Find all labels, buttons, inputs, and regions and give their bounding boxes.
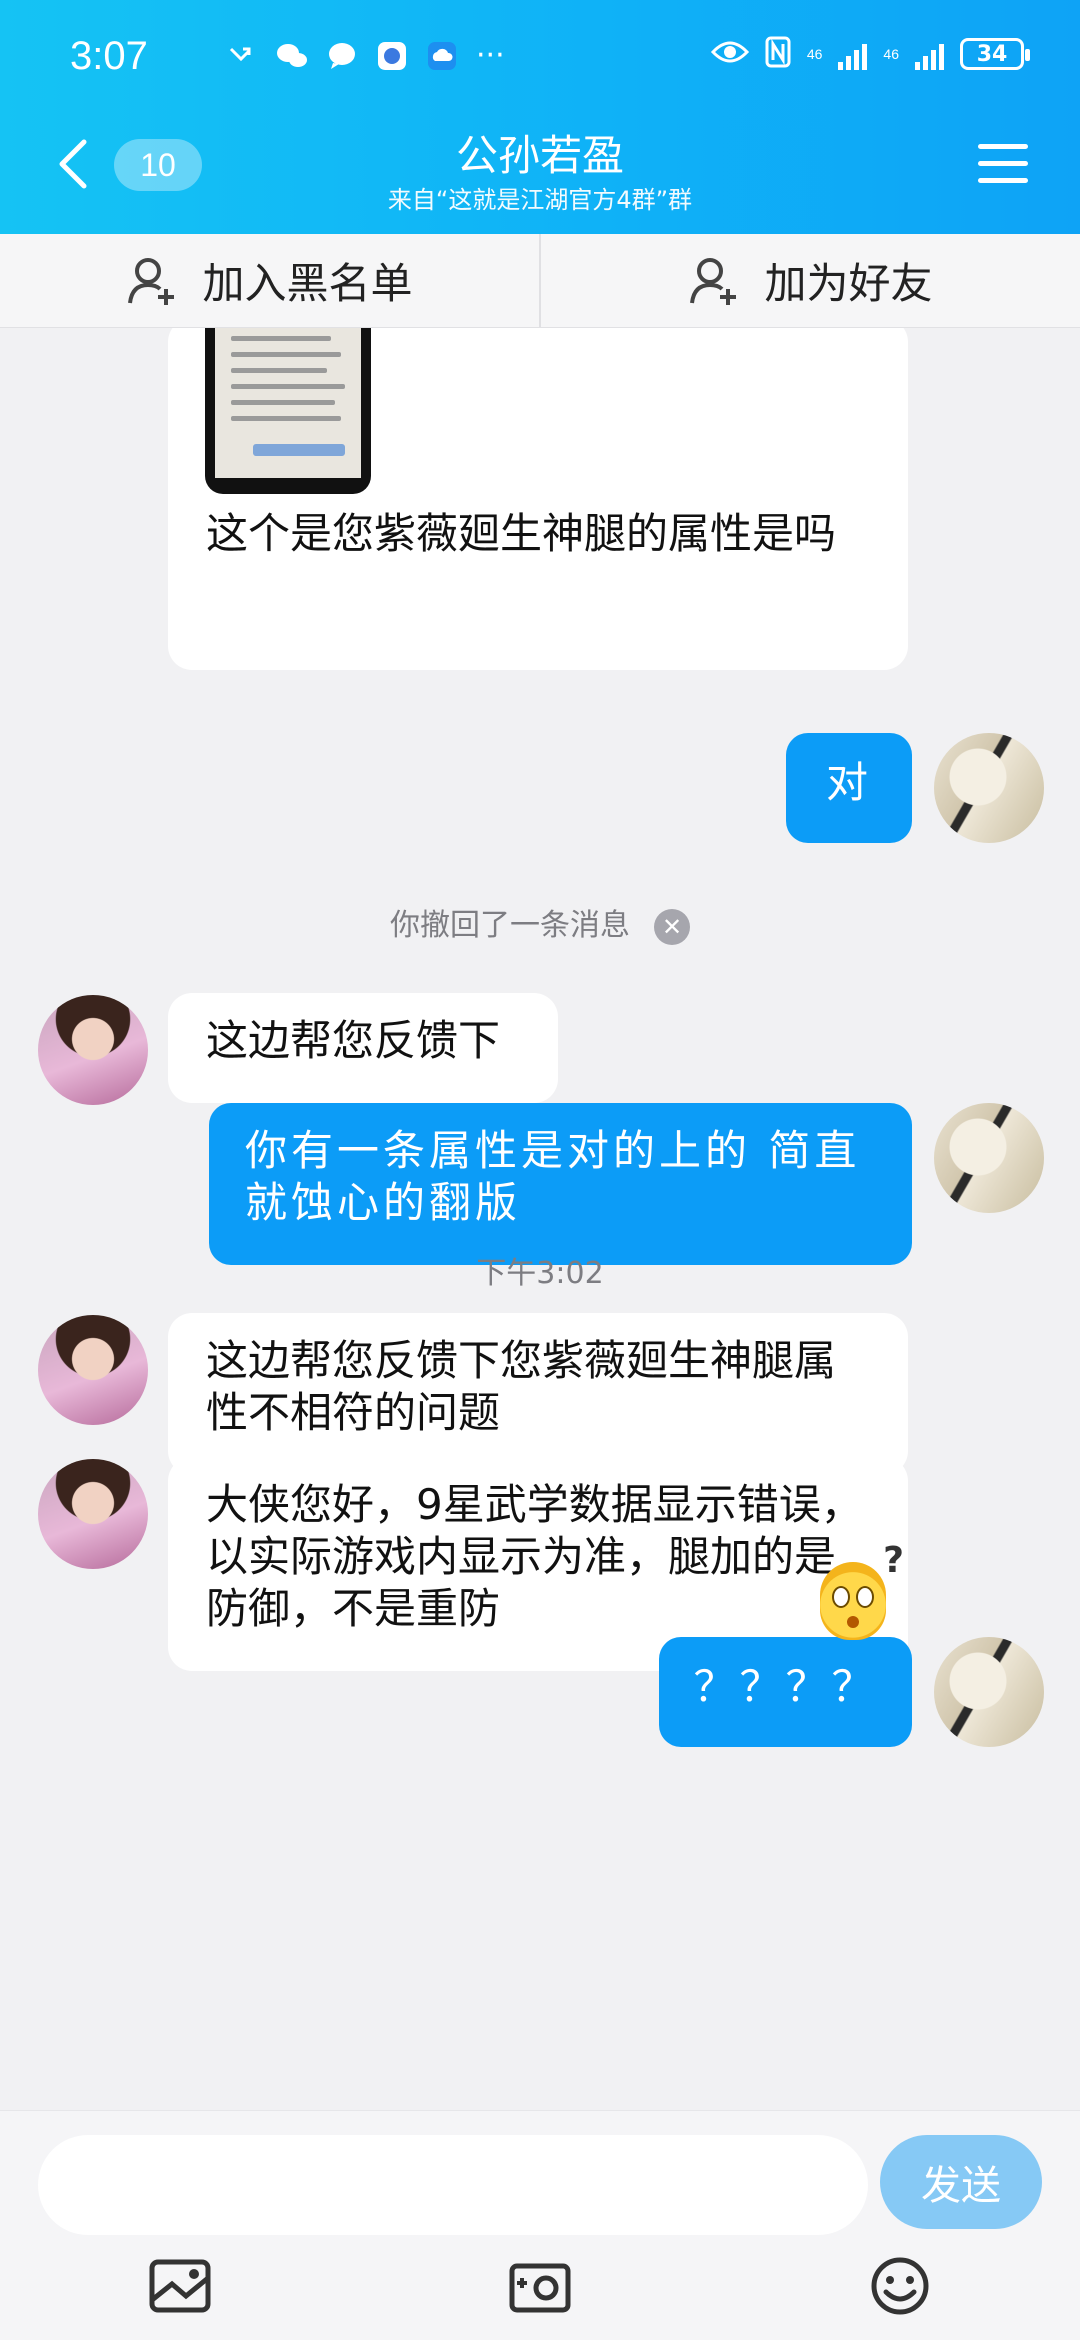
chat-subtitle: 来自“这就是江湖官方4群”群 bbox=[387, 186, 693, 214]
contact-avatar[interactable] bbox=[38, 1315, 148, 1425]
add-to-blacklist-button[interactable]: 加入黑名单 bbox=[0, 234, 539, 327]
recalled-message-notice: 你撤回了一条消息 bbox=[390, 908, 630, 943]
menu-icon[interactable] bbox=[978, 144, 1028, 184]
message-text: ？？？？ bbox=[693, 1662, 878, 1711]
message-text: 你有一条属性是对的上的 简直就蚀心的翻版 bbox=[245, 1126, 861, 1227]
message-text: 对 bbox=[825, 758, 872, 807]
send-button[interactable]: 发送 bbox=[880, 2135, 1042, 2229]
status-time: 3:07 bbox=[70, 34, 148, 78]
my-avatar[interactable] bbox=[934, 1637, 1044, 1747]
message-text: 大侠您好，9星武学数据显示错误，以实际游戏内显示为准，腿加的是防御，不是重防 bbox=[206, 1480, 863, 1633]
app-icon bbox=[376, 40, 408, 72]
image-icon[interactable] bbox=[148, 2256, 212, 2316]
message-bubble-outgoing[interactable]: 你有一条属性是对的上的 简直就蚀心的翻版 bbox=[209, 1103, 912, 1265]
missed-call-icon bbox=[226, 40, 258, 72]
add-user-icon bbox=[690, 257, 737, 305]
eye-icon bbox=[710, 38, 749, 70]
chat-message-list[interactable]: 这个是您紫薇廻生神腿的属性是吗 对 你撤回了一条消息 ✕ 这边帮您反馈下 你有一条… bbox=[0, 328, 1080, 2110]
wechat-icon bbox=[276, 40, 308, 72]
camera-icon[interactable] bbox=[508, 2256, 572, 2316]
input-bar: 发送 bbox=[0, 2110, 1080, 2340]
add-to-blacklist-label: 加入黑名单 bbox=[202, 259, 413, 308]
status-bar: 3:07 ··· 46 46 34 bbox=[0, 0, 1080, 120]
chat-title: 公孙若盈 bbox=[455, 131, 624, 180]
message-bubble-incoming[interactable]: 这边帮您反馈下您紫薇廻生神腿属性不相符的问题 bbox=[168, 1313, 908, 1475]
message-bubble-incoming[interactable]: 这边帮您反馈下 bbox=[168, 993, 558, 1103]
battery-icon: 34 bbox=[960, 38, 1030, 70]
message-text: 这个是您紫薇廻生神腿的属性是吗 bbox=[206, 509, 837, 558]
network-type-label-2: 46 bbox=[883, 46, 899, 62]
close-icon[interactable]: ✕ bbox=[654, 908, 690, 945]
confused-emoji-icon: ? bbox=[820, 1540, 904, 1640]
battery-level: 34 bbox=[976, 41, 1008, 67]
signal-strength-icon-2 bbox=[915, 38, 944, 70]
screenshot-thumbnail[interactable] bbox=[205, 328, 371, 494]
message-bubble-outgoing[interactable]: ？？？？ bbox=[659, 1637, 912, 1747]
cloud-icon bbox=[426, 40, 458, 72]
my-avatar[interactable] bbox=[934, 733, 1044, 843]
signal-strength-icon-1 bbox=[838, 38, 868, 70]
action-bar: 加入黑名单 加为好友 bbox=[0, 234, 1080, 328]
add-user-icon bbox=[128, 257, 175, 305]
message-text: 这边帮您反馈下 bbox=[206, 1016, 501, 1065]
network-type-label-1: 46 bbox=[806, 46, 823, 62]
message-icon bbox=[326, 40, 358, 72]
nfc-icon bbox=[765, 36, 791, 72]
more-notifications-icon: ··· bbox=[476, 38, 505, 73]
system-icons: 46 46 34 bbox=[710, 36, 1030, 72]
notification-icons: ··· bbox=[226, 40, 505, 72]
message-bubble-outgoing[interactable]: 对 bbox=[786, 733, 912, 843]
contact-avatar[interactable] bbox=[38, 1459, 148, 1569]
system-notice: 你撤回了一条消息 ✕ bbox=[0, 900, 1080, 945]
top-bar: 3:07 ··· 46 46 34 10 公孙若盈 来自“这就是江湖官方4群”群 bbox=[0, 0, 1080, 234]
add-friend-label: 加为好友 bbox=[764, 259, 933, 308]
contact-avatar[interactable] bbox=[38, 995, 148, 1105]
timestamp: 下午3:02 bbox=[476, 1256, 604, 1291]
message-text: 这边帮您反馈下您紫薇廻生神腿属性不相符的问题 bbox=[206, 1336, 837, 1437]
add-friend-button[interactable]: 加为好友 bbox=[539, 234, 1080, 327]
message-input[interactable] bbox=[38, 2135, 868, 2235]
my-avatar[interactable] bbox=[934, 1103, 1044, 1213]
emoji-icon[interactable] bbox=[868, 2256, 932, 2316]
